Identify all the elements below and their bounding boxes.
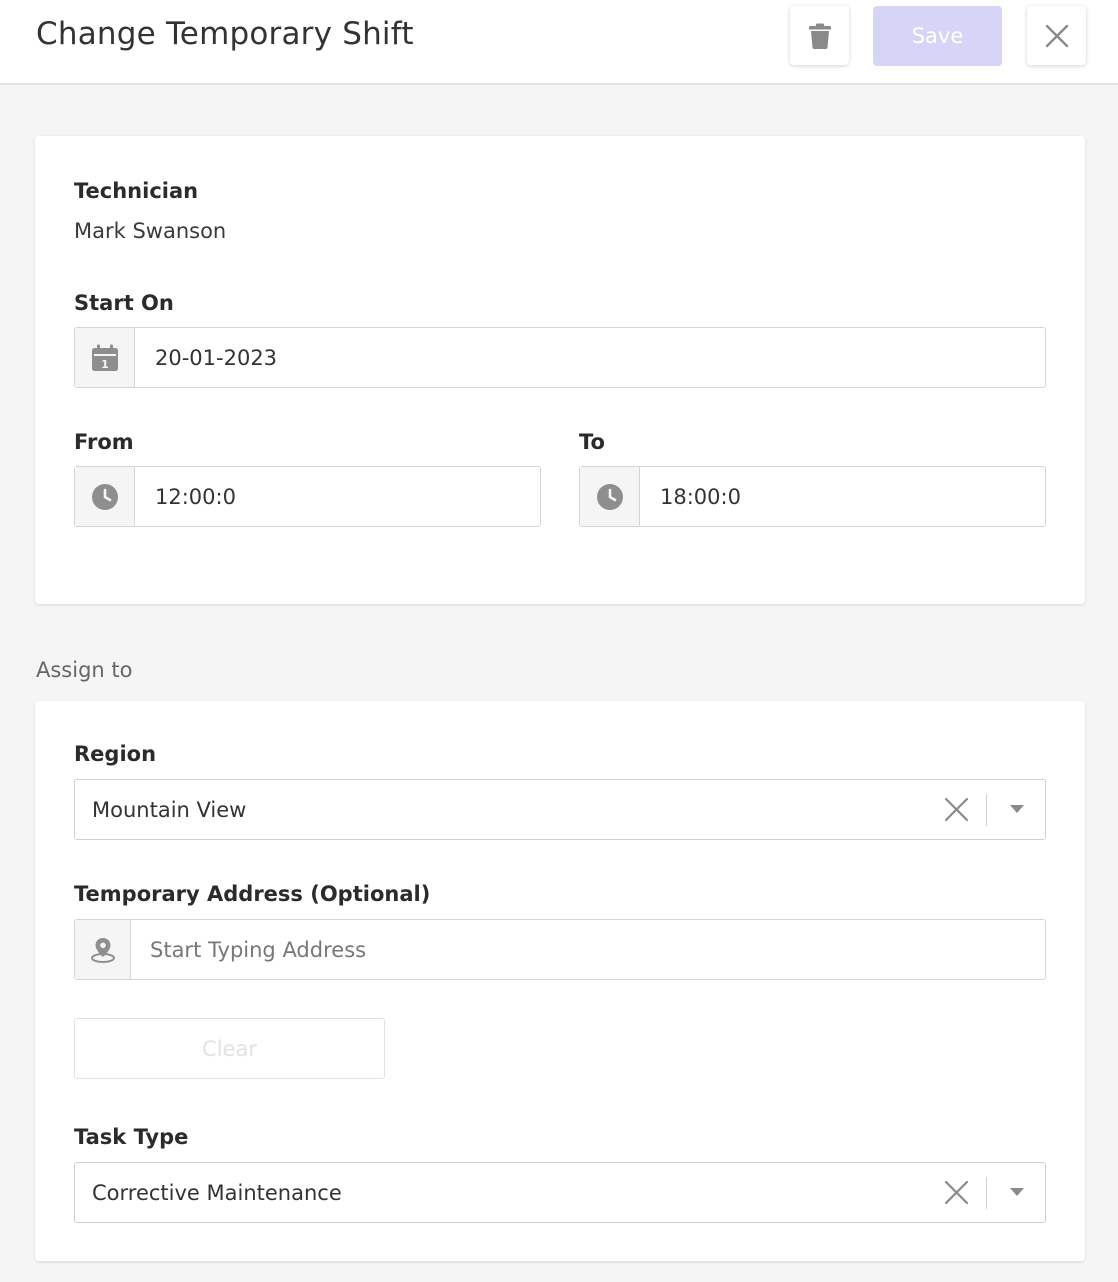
clock-icon — [596, 483, 623, 510]
region-dropdown-toggle[interactable] — [1004, 797, 1029, 822]
assign-to-heading: Assign to — [36, 658, 133, 682]
trash-icon — [808, 23, 831, 49]
clear-x-icon[interactable] — [944, 1180, 969, 1205]
select-separator — [986, 1177, 987, 1209]
from-label: From — [74, 430, 134, 454]
from-value: 12:00:0 — [155, 484, 236, 509]
to-label: To — [579, 430, 605, 454]
location-addon — [75, 920, 131, 979]
clear-x-icon[interactable] — [944, 797, 969, 822]
header: Change Temporary Shift Save — [0, 0, 1118, 85]
calendar-addon: 1 — [75, 328, 135, 387]
technician-name: Mark Swanson — [74, 219, 227, 243]
region-label: Region — [74, 742, 157, 766]
clock-icon — [91, 483, 118, 510]
task-type-value: Corrective Maintenance — [92, 1180, 342, 1205]
temporary-address-field[interactable] — [74, 919, 1046, 980]
to-value: 18:00:0 — [660, 484, 741, 509]
assign-card: Region Mountain View Temporary Address (… — [35, 701, 1085, 1261]
caret-down-icon — [1009, 805, 1024, 813]
start-on-label: Start On — [74, 291, 174, 315]
region-select[interactable]: Mountain View — [74, 779, 1046, 840]
temporary-address-label: Temporary Address (Optional) — [74, 882, 431, 906]
close-button[interactable] — [1027, 6, 1086, 65]
region-value: Mountain View — [92, 797, 247, 822]
clear-button[interactable]: Clear — [74, 1018, 385, 1079]
delete-button[interactable] — [790, 6, 849, 65]
select-separator — [986, 794, 987, 826]
close-icon — [1045, 24, 1068, 47]
location-pin-icon — [90, 937, 115, 963]
svg-text:1: 1 — [101, 358, 109, 371]
calendar-icon: 1 — [91, 344, 118, 371]
shift-details-card: Technician Mark Swanson Start On 1 20-01… — [35, 136, 1085, 604]
to-time-picker[interactable]: 18:00:0 — [579, 466, 1046, 527]
save-button[interactable]: Save — [873, 6, 1002, 66]
task-type-dropdown-toggle[interactable] — [1004, 1180, 1029, 1205]
start-on-date-picker[interactable]: 1 20-01-2023 — [74, 327, 1046, 388]
start-on-value: 20-01-2023 — [155, 345, 278, 370]
from-clock-addon — [75, 467, 135, 526]
task-type-label: Task Type — [74, 1125, 189, 1149]
technician-label: Technician — [74, 179, 199, 203]
task-type-select[interactable]: Corrective Maintenance — [74, 1162, 1046, 1223]
page-title: Change Temporary Shift — [36, 16, 414, 52]
to-clock-addon — [580, 467, 640, 526]
from-time-picker[interactable]: 12:00:0 — [74, 466, 541, 527]
temporary-address-input[interactable] — [131, 920, 1045, 979]
caret-down-icon — [1009, 1188, 1024, 1196]
